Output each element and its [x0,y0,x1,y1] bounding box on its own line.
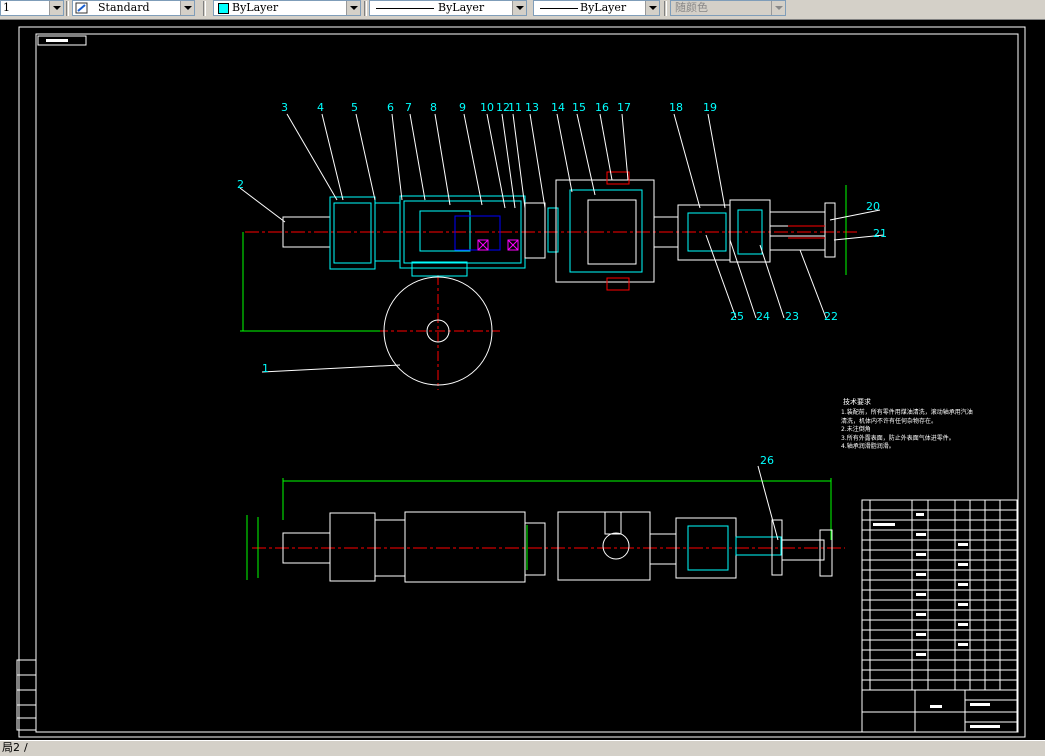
part-label: 14 [551,101,565,114]
cad-drawing: 3 4 5 6 7 8 9 10 1 2 11 13 14 15 16 17 18… [16,26,1026,738]
chevron-down-icon[interactable] [49,1,63,15]
part-label: 16 [595,101,609,114]
part-label: 17 [617,101,631,114]
part-label: 4 [317,101,324,114]
properties-toolbar: 1 Standard ByLayer ByLayer ByLayer 随颜色 [0,0,1045,20]
toolbar-separator [364,1,367,16]
tech-title: 技术要求 [843,397,871,406]
tech-note: 2.未注倒角 [841,425,871,433]
text-style-dropdown[interactable]: Standard [72,0,195,16]
part-label: 5 [351,101,358,114]
lineweight-dropdown[interactable]: ByLayer [533,0,660,16]
part-label: 15 [572,101,586,114]
lower-assembly [282,511,833,583]
dimension-lines [240,185,847,580]
part-label: 23 [785,310,799,323]
tech-note: 清洗，机体内不许有任何杂物存在。 [841,417,937,425]
part-labels-top: 3 4 5 6 7 8 9 10 1 2 11 13 14 15 16 17 18… [237,101,887,467]
layer-dropdown[interactable]: 1 [0,0,64,16]
layout-tabs-bar: 局2 / [0,740,1045,756]
part-label: 8 [430,101,437,114]
text-style-value: Standard [98,1,150,14]
inner-frame [35,33,1019,733]
chevron-down-icon[interactable] [180,1,194,15]
parts-list-table [861,499,1018,733]
part-label: 7 [405,101,412,114]
chevron-down-icon[interactable] [771,1,785,15]
part-label-20: 20 [866,200,880,213]
tech-note: 4.轴承润滑脂润滑。 [841,442,895,450]
part-label: 18 [669,101,683,114]
part-label: 25 [730,310,744,323]
part-label: 11 [508,101,522,114]
lineweight-sample-icon [540,8,578,9]
text-style-icon [75,2,89,14]
part-label: 22 [824,310,838,323]
linetype-sample-icon [376,8,434,9]
toolbar-separator [664,1,667,16]
leader-lines [239,113,885,541]
part-label: 24 [756,310,770,323]
part-label: 9 [459,101,466,114]
linetype-dropdown[interactable]: ByLayer [369,0,527,16]
color-value: ByLayer [232,1,279,14]
chevron-down-icon[interactable] [645,1,659,15]
technical-requirements: 技术要求 1.装配前，所有零件用煤油清洗，滚动轴承用汽油 清洗，机体内不许有任何… [841,397,973,450]
part-label-26: 26 [760,454,774,467]
part-label: 6 [387,101,394,114]
tech-note: 1.装配前，所有零件用煤油清洗，滚动轴承用汽油 [841,408,973,416]
part-label-2: 2 [237,178,244,191]
revision-block [16,659,37,731]
part-label: 3 [281,101,288,114]
tab-divider-icon: / [24,741,28,754]
toolbar-separator [66,1,69,16]
drawing-number-text [46,39,68,42]
chevron-down-icon[interactable] [346,1,360,15]
chevron-down-icon[interactable] [512,1,526,15]
part-label: 13 [525,101,539,114]
lineweight-value: ByLayer [580,1,627,14]
plot-style-value: 随颜色 [675,1,708,14]
layer-value: 1 [3,1,10,14]
toolbar-separator [203,1,206,16]
drawing-canvas[interactable]: 3 4 5 6 7 8 9 10 1 2 11 13 14 15 16 17 18… [0,19,1045,740]
linetype-value: ByLayer [438,1,485,14]
layout-tab[interactable]: 局2 [2,741,20,755]
plot-style-dropdown[interactable]: 随颜色 [670,0,786,16]
color-dropdown[interactable]: ByLayer [213,0,361,16]
color-swatch-icon [218,3,229,14]
part-label-1: 1 [262,362,269,375]
part-label-21: 21 [873,227,887,240]
tech-note: 3.所有外露表面，防止外表面气体进零件。 [841,434,955,442]
upper-assembly [282,171,836,291]
part-label: 19 [703,101,717,114]
part-label: 10 [480,101,494,114]
